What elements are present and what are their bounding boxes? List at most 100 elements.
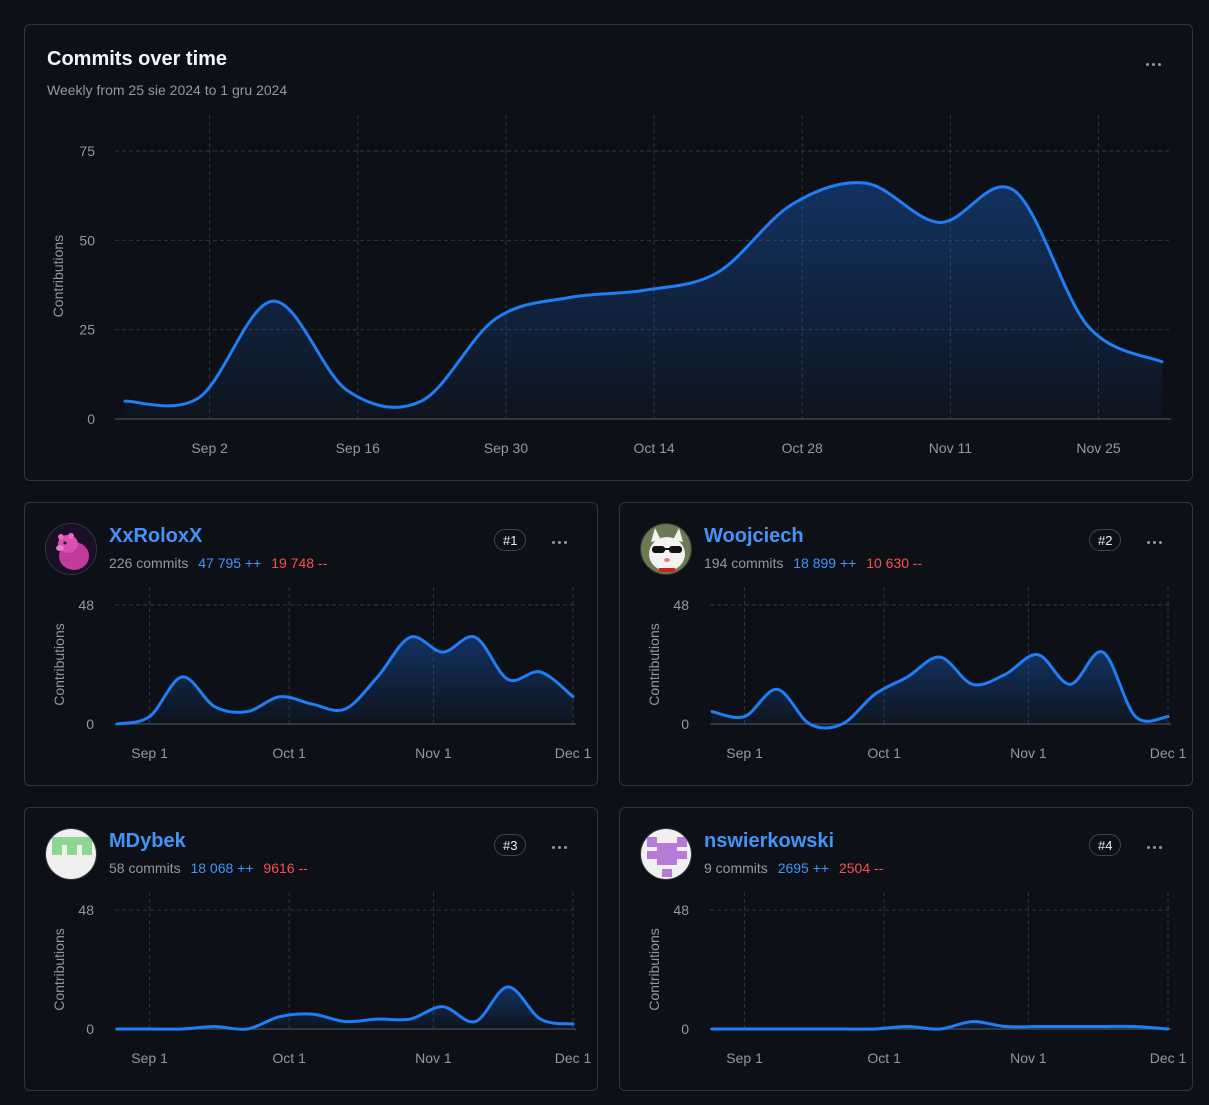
y-tick-label: 75	[79, 143, 95, 159]
y-tick-label: 0	[86, 716, 94, 732]
data-point	[716, 270, 720, 274]
x-tick-label: Sep 2	[191, 440, 228, 456]
data-point	[864, 181, 868, 185]
y-tick-label: 48	[673, 902, 689, 918]
data-point	[441, 1005, 445, 1009]
data-point	[710, 710, 714, 714]
contributor-chart: 0 48 Sep 1 Oct 1 Nov 1 Dec 1 Contributions	[646, 587, 1186, 761]
data-point	[567, 296, 571, 300]
data-point	[278, 1015, 282, 1019]
x-tick-label: Dec 1	[555, 745, 592, 761]
y-tick-label: 0	[681, 716, 689, 732]
data-point	[245, 1027, 249, 1031]
data-point	[310, 702, 314, 706]
y-tick-label: 0	[86, 1021, 94, 1037]
data-point	[1166, 715, 1170, 719]
x-tick-label: Oct 1	[867, 1050, 901, 1066]
data-point	[642, 288, 646, 292]
data-point	[376, 1017, 380, 1021]
data-point	[271, 299, 275, 303]
x-tick-label: Oct 1	[272, 745, 306, 761]
x-tick-label: Sep 1	[131, 1050, 168, 1066]
x-tick-label: Dec 1	[1150, 1050, 1187, 1066]
data-point	[840, 722, 844, 726]
contributor-card: nswierkowski 9 commits 2695 ++ 2504 -- #…	[619, 807, 1193, 1091]
contributor-card: Woojciech 194 commits 18 899 ++ 10 630 -…	[619, 502, 1193, 786]
data-point	[938, 655, 942, 659]
data-point	[180, 675, 184, 679]
y-tick-label: 48	[78, 902, 94, 918]
data-point	[148, 715, 152, 719]
data-point	[1003, 672, 1007, 676]
data-point	[710, 1027, 714, 1031]
commits-over-time-panel: Commits over time Weekly from 25 sie 202…	[24, 24, 1193, 481]
data-point	[115, 722, 119, 726]
commits-chart: 0 25 50 75 Sep 2 Sep 16 Sep 30 Oct 14 Oct 28 Nov …	[50, 115, 1171, 456]
x-tick-label: Sep 30	[484, 440, 529, 456]
y-tick-label: 0	[681, 1021, 689, 1037]
data-point	[1068, 1025, 1072, 1029]
data-point	[873, 1027, 877, 1031]
data-point	[971, 1020, 975, 1024]
x-tick-label: Oct 1	[272, 1050, 306, 1066]
data-point	[473, 635, 477, 639]
x-tick-label: Sep 1	[131, 745, 168, 761]
series-area	[125, 182, 1162, 419]
data-point	[148, 1027, 152, 1031]
data-point	[1160, 360, 1164, 364]
data-point	[343, 1020, 347, 1024]
contributor-card: XxRoloxX 226 commits 47 795 ++ 19 748 --…	[24, 502, 598, 786]
contributor-chart: 0 48 Sep 1 Oct 1 Nov 1 Dec 1 Contributions	[51, 892, 592, 1066]
data-point	[571, 1022, 575, 1026]
y-tick-label: 48	[78, 597, 94, 613]
data-point	[1101, 650, 1105, 654]
data-point	[873, 692, 877, 696]
y-tick-label: 25	[79, 322, 95, 338]
data-point	[971, 682, 975, 686]
data-point	[775, 687, 779, 691]
data-point	[408, 635, 412, 639]
data-point	[938, 220, 942, 224]
data-point	[938, 1027, 942, 1031]
data-point	[506, 677, 510, 681]
data-point	[775, 1027, 779, 1031]
x-tick-label: Nov 1	[1010, 745, 1047, 761]
data-point	[1101, 1025, 1105, 1029]
data-point	[123, 399, 127, 403]
data-point	[1036, 1025, 1040, 1029]
x-tick-label: Nov 11	[929, 440, 973, 456]
data-point	[180, 1027, 184, 1031]
x-tick-label: Dec 1	[555, 1050, 592, 1066]
data-point	[213, 705, 217, 709]
data-point	[1166, 1027, 1170, 1031]
data-point	[1068, 682, 1072, 686]
data-point	[790, 203, 794, 207]
x-tick-label: Sep 1	[726, 745, 763, 761]
data-point	[1003, 1025, 1007, 1029]
x-tick-label: Nov 1	[415, 1050, 452, 1066]
data-point	[808, 722, 812, 726]
y-axis-label: Contributions	[51, 928, 67, 1011]
x-tick-label: Oct 14	[633, 440, 674, 456]
data-point	[197, 396, 201, 400]
data-point	[213, 1025, 217, 1029]
data-point	[493, 317, 497, 321]
y-axis-label: Contributions	[51, 623, 67, 706]
x-tick-label: Nov 1	[415, 745, 452, 761]
data-point	[343, 707, 347, 711]
data-point	[115, 1027, 119, 1031]
data-point	[538, 1017, 542, 1021]
data-point	[571, 695, 575, 699]
data-point	[743, 1027, 747, 1031]
data-point	[840, 1027, 844, 1031]
data-point	[408, 1017, 412, 1021]
data-point	[1012, 188, 1016, 192]
data-point	[1133, 1025, 1137, 1029]
x-tick-label: Sep 1	[726, 1050, 763, 1066]
data-point	[310, 1012, 314, 1016]
data-point	[441, 650, 445, 654]
x-tick-label: Oct 1	[867, 745, 901, 761]
x-tick-label: Nov 1	[1010, 1050, 1047, 1066]
data-point	[1036, 653, 1040, 657]
data-point	[538, 670, 542, 674]
